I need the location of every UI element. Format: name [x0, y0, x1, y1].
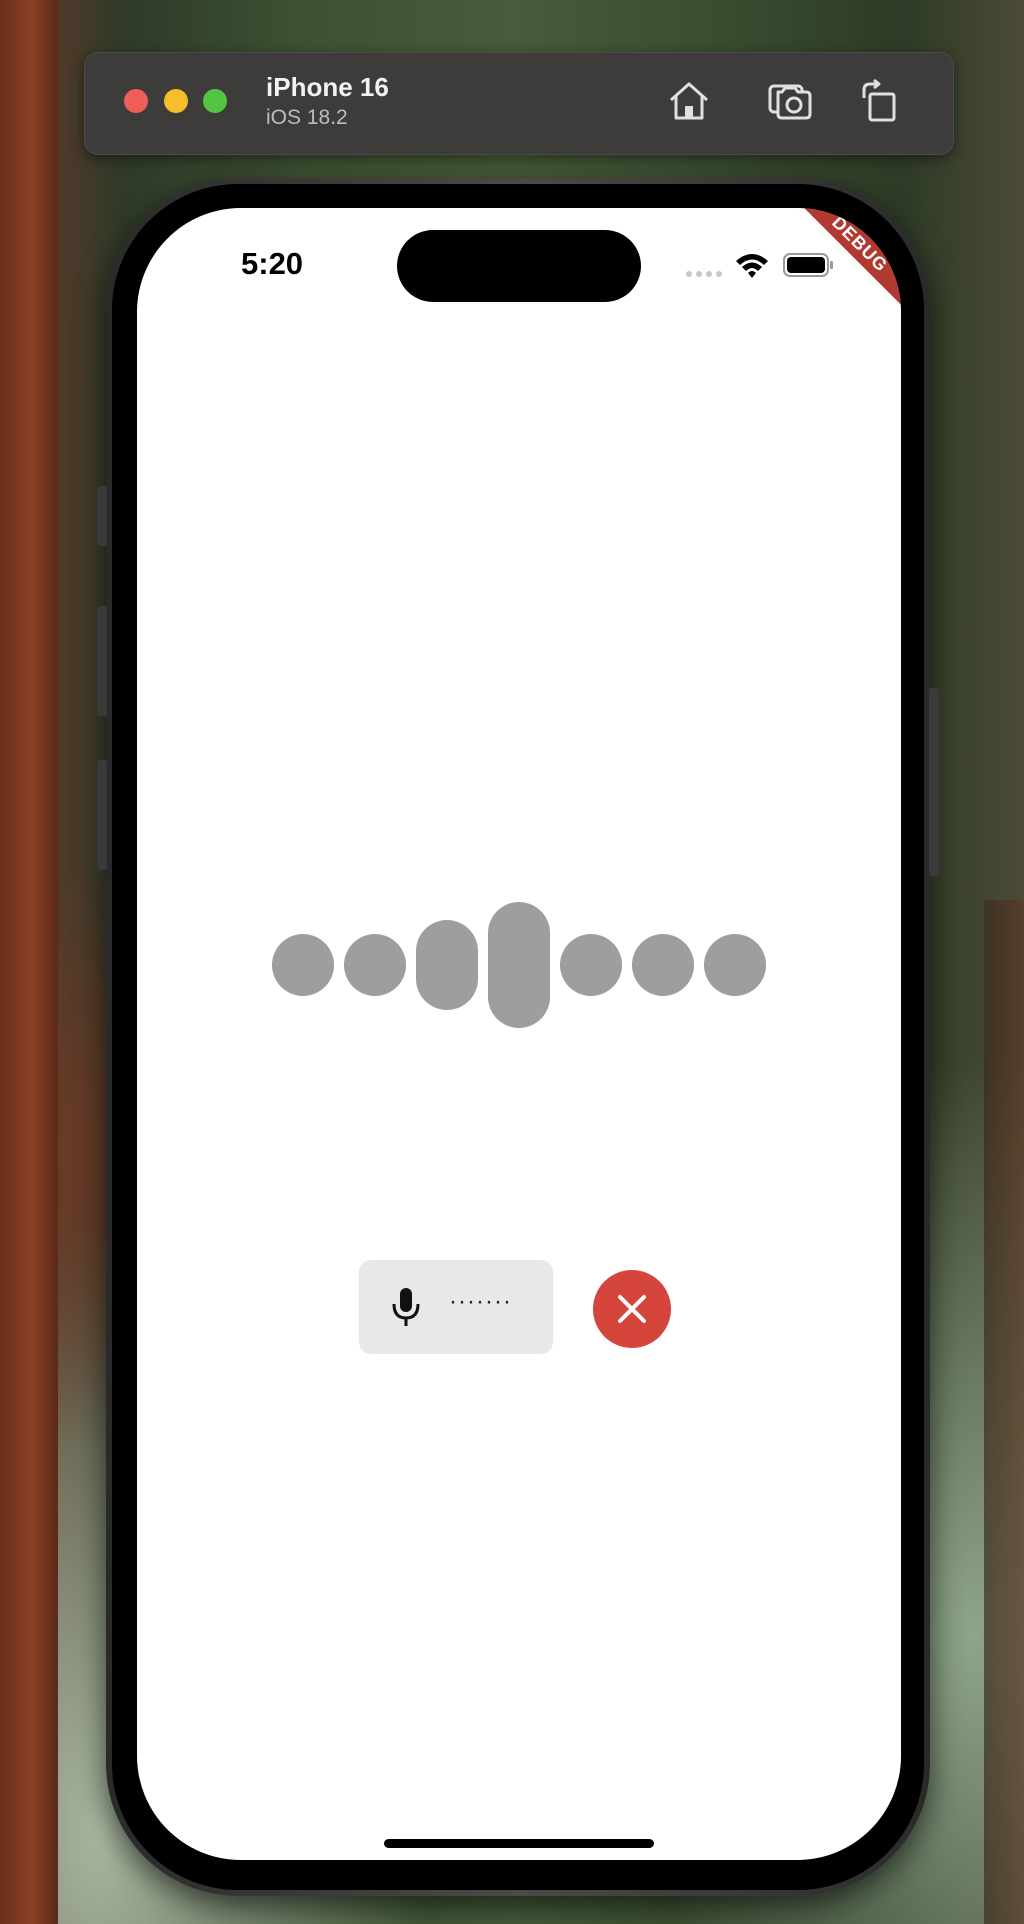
home-indicator[interactable] [384, 1839, 654, 1848]
mic-icon [392, 1288, 420, 1326]
phone-screen: 5:20 DEBUG ······· [137, 208, 901, 1860]
status-time: 5:20 [241, 246, 304, 281]
close-icon [618, 1295, 646, 1323]
waveform-bar [344, 934, 406, 996]
cancel-recording-button[interactable] [593, 1270, 671, 1348]
waveform-bar [560, 934, 622, 996]
action-button [97, 486, 107, 546]
waveform-bar [416, 920, 478, 1010]
waveform-bar [632, 934, 694, 996]
dynamic-island [397, 230, 641, 302]
background-tree-trunk-right [984, 900, 1024, 1924]
signal-icon [686, 271, 722, 277]
voice-record-button[interactable]: ······· [359, 1260, 553, 1354]
power-button [929, 688, 939, 876]
volume-down-button [97, 760, 107, 870]
wifi-icon [736, 254, 768, 278]
waveform-bar [704, 934, 766, 996]
volume-up-button [97, 606, 107, 716]
rotate-icon[interactable] [856, 78, 904, 124]
window-zoom-button[interactable] [203, 89, 227, 113]
window-minimize-button[interactable] [164, 89, 188, 113]
home-icon[interactable] [665, 78, 713, 124]
screenshot-icon[interactable] [766, 78, 814, 124]
device-name: iPhone 16 [266, 72, 389, 102]
battery-icon [783, 253, 833, 277]
background-tree-trunk [0, 0, 58, 1924]
waveform-bar [488, 902, 550, 1028]
waveform-bar [272, 934, 334, 996]
record-status-text: ······· [449, 1288, 512, 1315]
window-close-button[interactable] [124, 89, 148, 113]
os-version: iOS 18.2 [266, 106, 348, 129]
